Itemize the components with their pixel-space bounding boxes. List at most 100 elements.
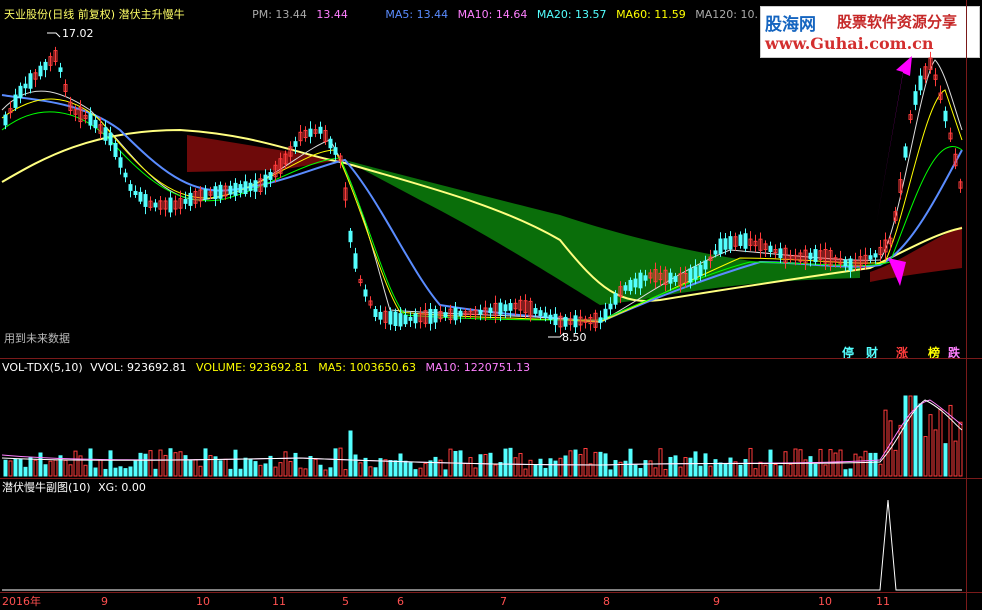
volume-bar: [453, 450, 458, 477]
candle-body: [93, 119, 98, 129]
candle-body: [873, 253, 878, 258]
volume-bar: [653, 467, 658, 477]
volume-bar: [593, 451, 598, 477]
candle-body: [613, 293, 618, 305]
volume-bar: [878, 463, 883, 477]
volume-bar: [508, 447, 513, 477]
volume-bar: [98, 459, 103, 477]
volume-bar: [903, 395, 908, 477]
volume-bar: [683, 457, 688, 477]
volume-bar: [193, 459, 198, 477]
volume-bar: [298, 467, 303, 477]
volume-bar: [208, 455, 213, 477]
volume-bar: [108, 450, 113, 477]
volume-bar: [43, 464, 48, 477]
candle-body: [808, 252, 813, 260]
volume-bar: [358, 462, 363, 477]
volume-bar: [488, 452, 493, 477]
volume-bar: [23, 466, 28, 477]
xg-signal-spike: [2, 499, 962, 591]
chart-canvas[interactable]: [0, 0, 982, 610]
volume-bar: [3, 459, 8, 477]
volume-bar: [858, 456, 863, 477]
volume-bar: [513, 457, 518, 477]
candle-body: [478, 309, 483, 315]
volume-bar: [628, 448, 633, 477]
volume-bar: [678, 466, 683, 477]
candle-body: [443, 312, 448, 318]
volume-bar: [658, 448, 663, 477]
volume-bar: [758, 461, 763, 477]
volume-bar: [163, 454, 168, 477]
candle-body: [128, 184, 133, 191]
volume-bar: [188, 459, 193, 477]
volume-bar: [48, 460, 53, 477]
volume-bar: [853, 453, 858, 477]
volume-bar: [403, 460, 408, 477]
candle-body: [58, 67, 63, 72]
candlesticks: [3, 46, 963, 335]
volume-bar: [613, 460, 618, 477]
candle-body: [603, 308, 608, 320]
candle-body: [43, 61, 48, 71]
volume-bar: [443, 469, 448, 477]
volume-bar: [893, 449, 898, 477]
volume-bar: [868, 452, 873, 477]
candle-body: [723, 238, 728, 250]
volume-indicator-name: VOL-TDX(5,10): [2, 361, 83, 374]
volume-bar: [543, 467, 548, 477]
candle-body: [428, 308, 433, 324]
candle-body: [508, 303, 513, 311]
candle-body: [188, 192, 193, 206]
volume-bar: [288, 461, 293, 477]
time-axis-divider: [0, 592, 982, 593]
volume-bar: [718, 462, 723, 477]
candle-body: [813, 249, 818, 263]
candle-body: [743, 233, 748, 249]
volume-bar: [143, 453, 148, 477]
sub-panel-divider: [0, 478, 982, 479]
volume-bar: [418, 467, 423, 477]
volume-bar: [788, 463, 793, 477]
candle-body: [703, 260, 708, 270]
time-axis-jul: 7: [500, 595, 507, 608]
volume-bar: [708, 465, 713, 477]
candle-body: [398, 313, 403, 327]
candle-body: [243, 181, 248, 195]
candle-body: [698, 264, 703, 277]
candle-body: [203, 189, 208, 200]
volume-bar: [428, 460, 433, 477]
candle-body: [213, 186, 218, 200]
candle-body: [333, 147, 338, 155]
volume-bar: [353, 454, 358, 477]
volume-bar: [303, 468, 308, 477]
candle-body: [688, 268, 693, 283]
candle-body: [458, 310, 463, 317]
volume-bar: [538, 458, 543, 477]
candle-body: [913, 91, 918, 105]
candle-body: [168, 197, 173, 213]
volume-bar: [128, 466, 133, 477]
volume-bar: [568, 450, 573, 477]
volume-bar: [88, 448, 93, 477]
arrow-up-magenta: [876, 56, 912, 226]
candle-body: [248, 182, 253, 191]
candle-body: [133, 190, 138, 196]
candle-body: [598, 317, 603, 323]
candle-body: [543, 312, 548, 318]
volume-value: VOLUME: 923692.81: [196, 361, 309, 374]
volume-bar: [588, 463, 593, 477]
volume-bar: [93, 467, 98, 477]
volume-bar: [203, 448, 208, 477]
volume-bar: [468, 457, 473, 477]
volume-bar: [553, 460, 558, 477]
candle-body: [268, 172, 273, 180]
volume-bar: [263, 463, 268, 477]
volume-bar: [583, 448, 588, 477]
candle-body: [143, 194, 148, 207]
volume-bar: [168, 448, 173, 477]
volume-bar: [463, 463, 468, 477]
volume-bar: [753, 468, 758, 477]
candle-body: [328, 138, 333, 149]
candle-body: [318, 126, 323, 134]
